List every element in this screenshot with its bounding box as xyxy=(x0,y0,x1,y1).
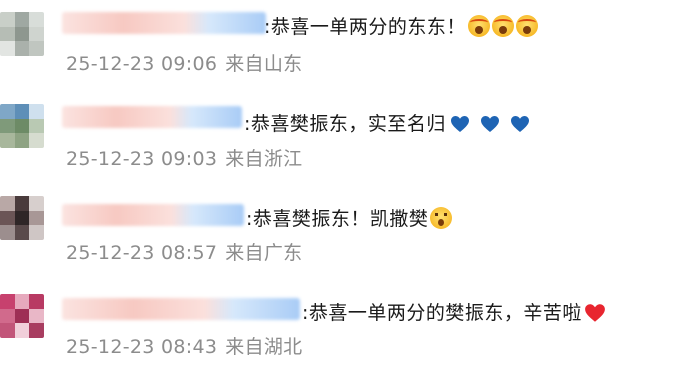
comment-text: :恭喜樊振东！凯撒樊 xyxy=(246,204,453,231)
timestamp: 25-12-23 09:03 xyxy=(66,148,218,170)
location: 来自湖北 xyxy=(225,336,303,358)
blue-heart-icon xyxy=(450,116,469,132)
scream-icon xyxy=(515,15,538,37)
comment-text: :恭喜樊振东，实至名归 xyxy=(244,109,530,136)
comment-meta: 25-12-23 08:57 来自广东 xyxy=(66,238,302,265)
comment-item: :恭喜一单两分的樊振东，辛苦啦 25-12-23 08:43 来自湖北 xyxy=(0,278,682,370)
comment-text: :恭喜一单两分的樊振东，辛苦啦 xyxy=(302,298,606,325)
username-blurred[interactable] xyxy=(62,204,244,226)
scream-icon xyxy=(467,15,490,37)
comment-meta: 25-12-23 09:06 来自山东 xyxy=(66,49,302,76)
astonished-icon xyxy=(430,207,453,229)
avatar[interactable] xyxy=(0,294,44,338)
location: 来自山东 xyxy=(225,53,303,75)
timestamp: 25-12-23 08:57 xyxy=(66,242,218,264)
avatar[interactable] xyxy=(0,196,44,240)
location: 来自广东 xyxy=(225,242,303,264)
comment-text: :恭喜一单两分的东东！ xyxy=(264,12,538,39)
avatar[interactable] xyxy=(0,12,44,56)
scream-icon xyxy=(491,15,514,37)
location: 来自浙江 xyxy=(225,148,303,170)
red-heart-icon xyxy=(585,304,605,322)
avatar[interactable] xyxy=(0,104,44,148)
comment-meta: 25-12-23 09:03 来自浙江 xyxy=(66,144,302,171)
blue-heart-icon xyxy=(480,116,499,132)
timestamp: 25-12-23 09:06 xyxy=(66,53,218,75)
comment-item: :恭喜一单两分的东东！ 25-12-23 09:06 来自山东 xyxy=(0,0,682,92)
blue-heart-icon xyxy=(510,116,529,132)
timestamp: 25-12-23 08:43 xyxy=(66,336,218,358)
username-blurred[interactable] xyxy=(62,298,300,320)
comment-item: :恭喜樊振东！凯撒樊 25-12-23 08:57 来自广东 xyxy=(0,186,682,278)
username-blurred[interactable] xyxy=(62,12,266,34)
comment-meta: 25-12-23 08:43 来自湖北 xyxy=(66,332,302,359)
comment-item: :恭喜樊振东，实至名归 25-12-23 09:03 来自浙江 xyxy=(0,92,682,184)
username-blurred[interactable] xyxy=(62,106,242,128)
